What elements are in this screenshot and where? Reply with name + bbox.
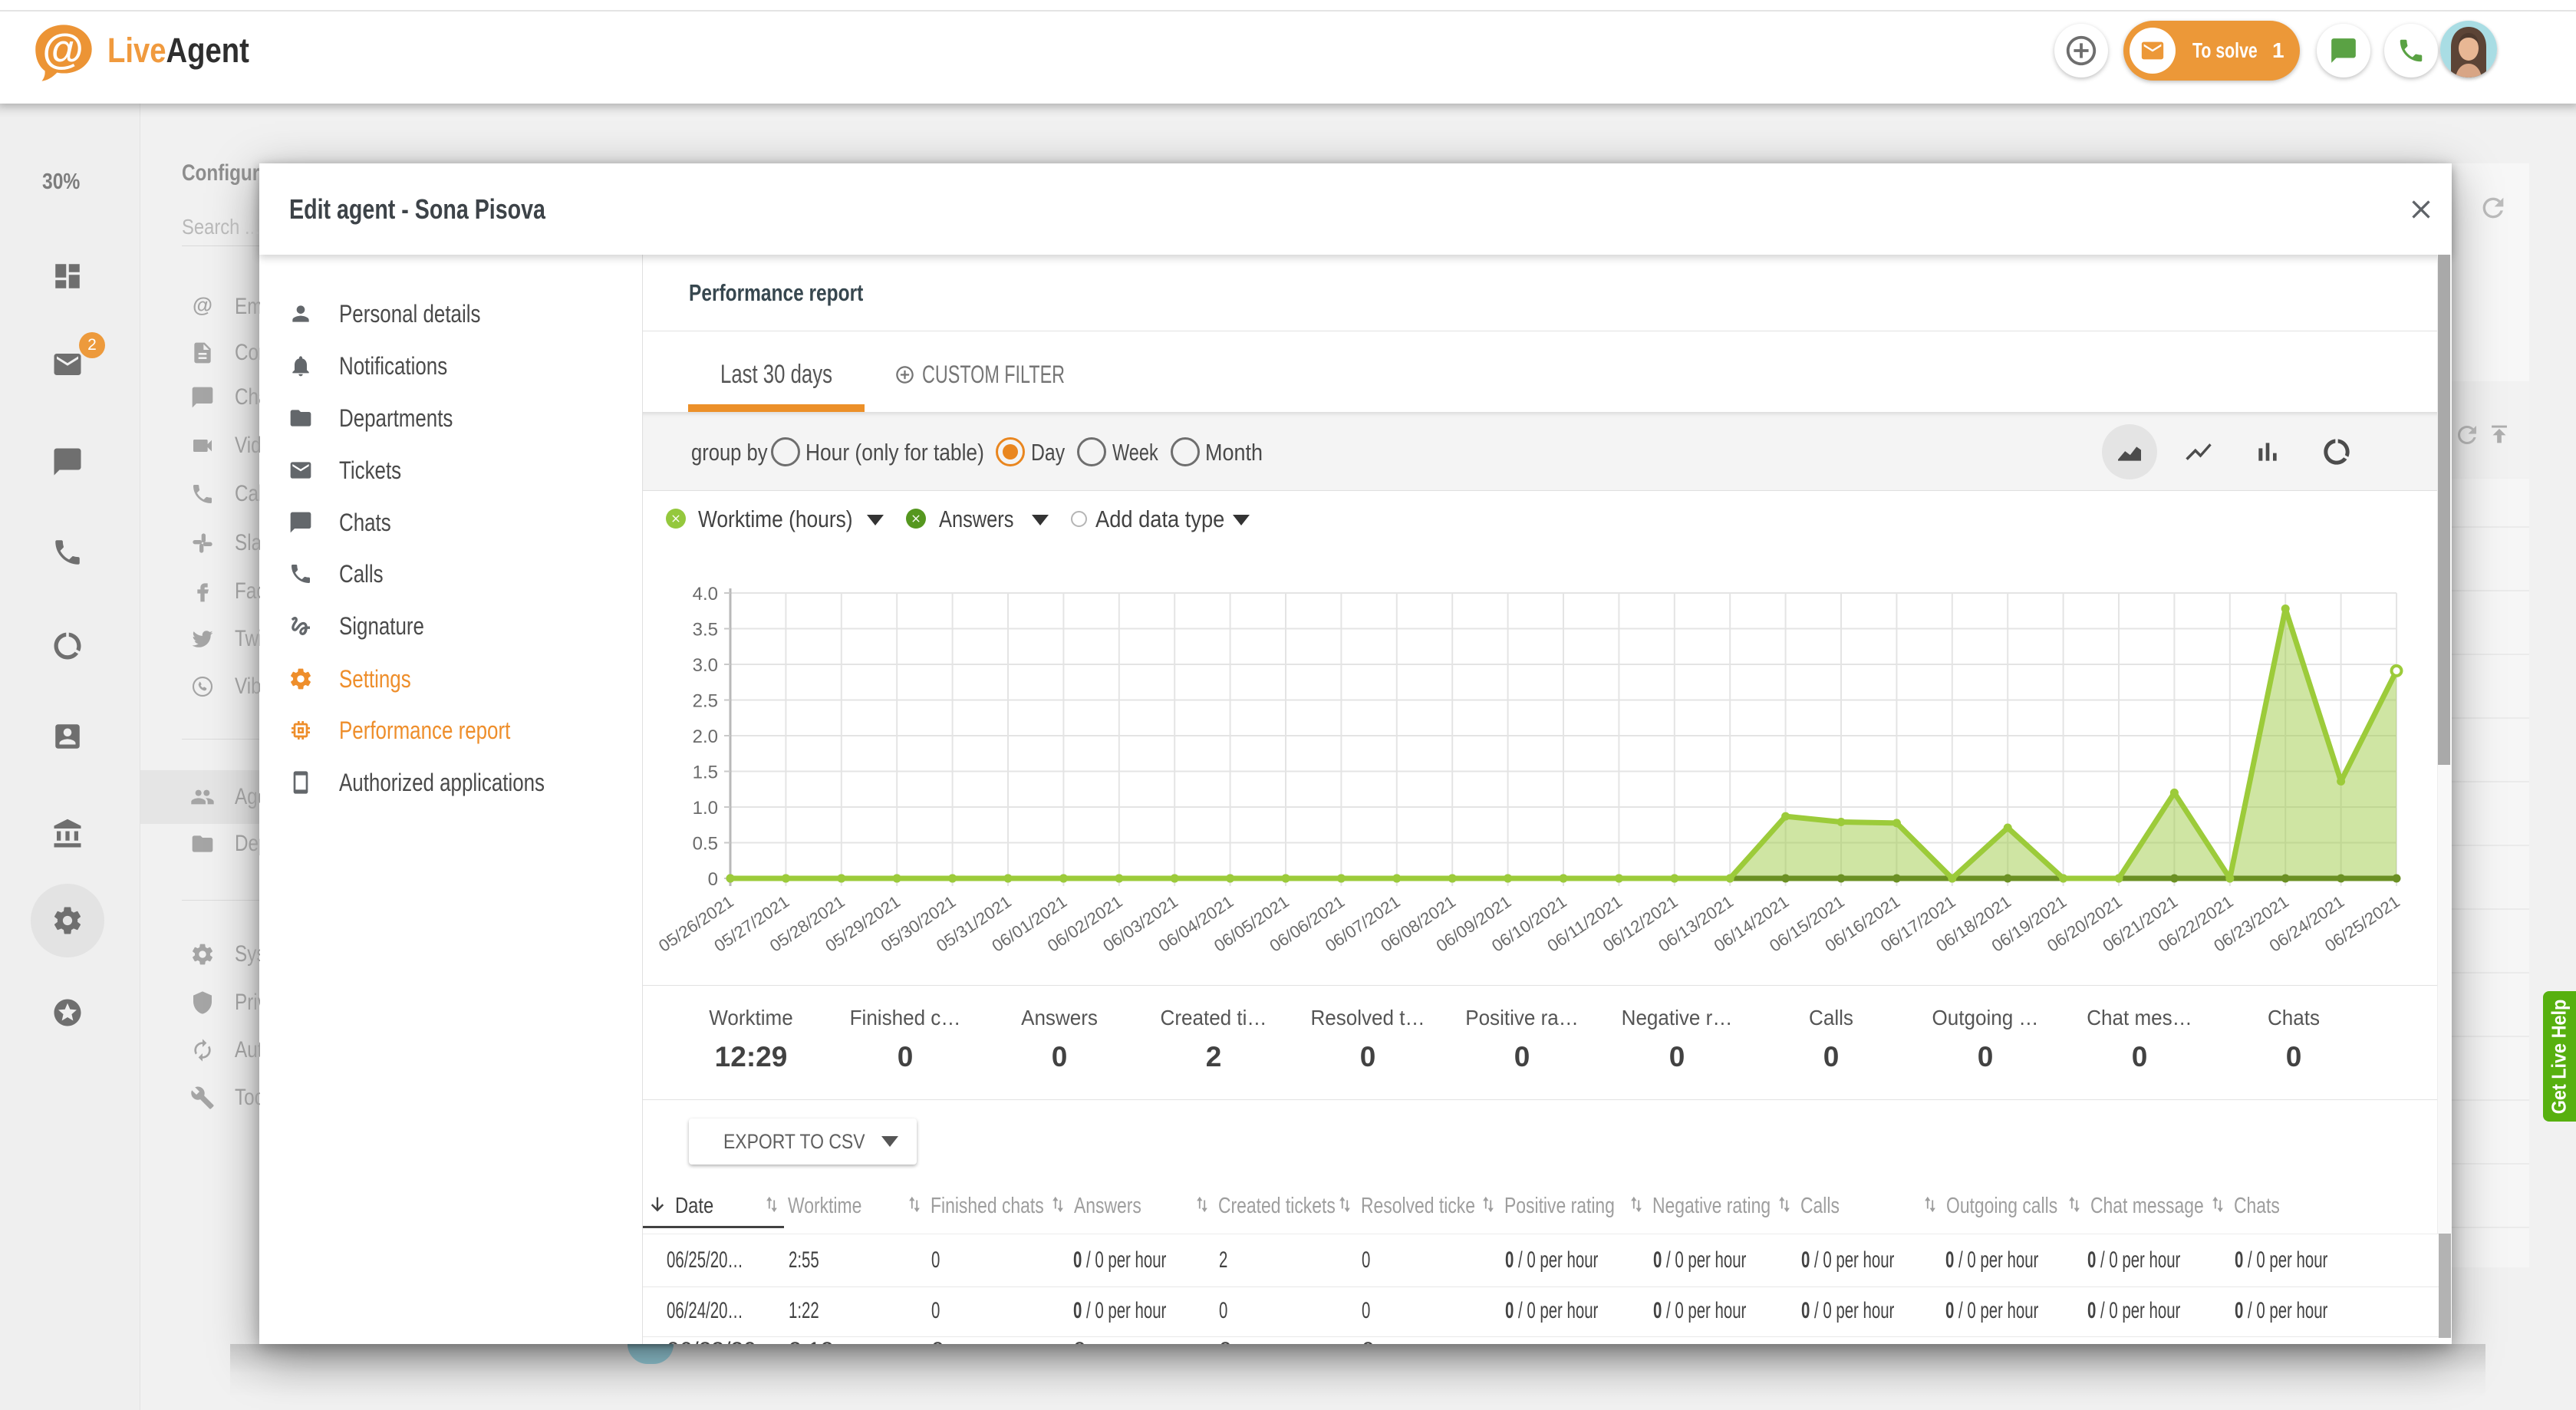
svg-text:1.5: 1.5 xyxy=(693,763,718,783)
svg-text:1.0: 1.0 xyxy=(693,798,718,819)
svg-text:0.5: 0.5 xyxy=(693,834,718,855)
svg-text:2.0: 2.0 xyxy=(693,726,718,747)
svg-text:0: 0 xyxy=(708,869,718,890)
svg-text:3.0: 3.0 xyxy=(693,655,718,676)
svg-text:4.0: 4.0 xyxy=(693,584,718,605)
svg-text:2.5: 2.5 xyxy=(693,691,718,712)
svg-text:3.5: 3.5 xyxy=(693,620,718,641)
